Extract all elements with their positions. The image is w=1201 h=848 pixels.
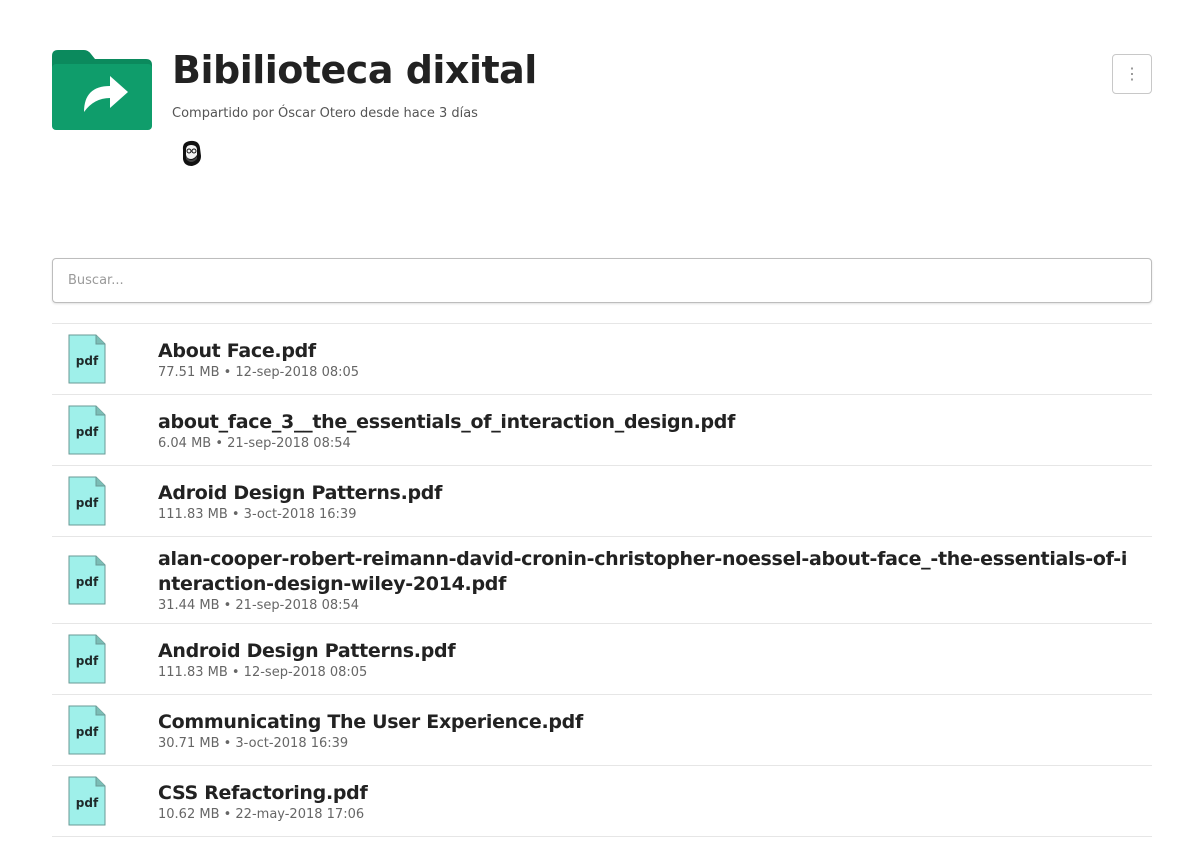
more-options-button[interactable]: ⋮ — [1112, 54, 1152, 94]
file-meta: Adroid Design Patterns.pdf 111.83 MB • 3… — [158, 481, 1152, 522]
search-box — [52, 258, 1152, 303]
file-row[interactable]: pdf about_face_3__the_essentials_of_inte… — [52, 395, 1152, 466]
avatar[interactable] — [176, 138, 206, 168]
file-row[interactable]: pdf alan-cooper-robert-reimann-david-cro… — [52, 537, 1152, 624]
file-meta: alan-cooper-robert-reimann-david-cronin-… — [158, 547, 1152, 613]
file-row[interactable]: pdf Android Design Patterns.pdf 111.83 M… — [52, 624, 1152, 695]
shared-folder-icon — [52, 50, 152, 130]
file-name[interactable]: Android Design Patterns.pdf — [158, 639, 1134, 664]
pdf-file-icon: pdf — [68, 334, 106, 384]
file-info: 31.44 MB • 21-sep-2018 08:54 — [158, 598, 360, 613]
file-row[interactable]: pdf About Face.pdf 77.51 MB • 12-sep-201… — [52, 324, 1152, 395]
pdf-file-icon: pdf — [68, 405, 106, 455]
file-info: 30.71 MB • 3-oct-2018 16:39 — [158, 735, 349, 751]
svg-text:pdf: pdf — [76, 425, 99, 439]
file-info: 10.62 MB • 22-may-2018 17:06 — [158, 806, 365, 822]
file-name[interactable]: Adroid Design Patterns.pdf — [158, 481, 1134, 506]
svg-text:pdf: pdf — [76, 354, 99, 368]
svg-text:pdf: pdf — [76, 496, 99, 510]
file-info: 6.04 MB • 21-sep-2018 08:54 — [158, 435, 351, 451]
file-name[interactable]: alan-cooper-robert-reimann-david-cronin-… — [158, 547, 1134, 597]
file-name[interactable]: About Face.pdf — [158, 339, 1134, 364]
file-name[interactable]: about_face_3__the_essentials_of_interact… — [158, 410, 1134, 435]
pdf-file-icon: pdf — [68, 476, 106, 526]
shared-by-text: Compartido por Óscar Otero desde hace 3 … — [172, 106, 478, 121]
file-meta: Android Design Patterns.pdf 111.83 MB • … — [158, 639, 1152, 680]
file-list: pdf About Face.pdf 77.51 MB • 12-sep-201… — [52, 323, 1152, 837]
search-input[interactable] — [53, 259, 1151, 302]
pdf-file-icon: pdf — [68, 705, 106, 755]
share-header: Bibilioteca dixital Compartido por Óscar… — [52, 40, 1152, 180]
file-meta: About Face.pdf 77.51 MB • 12-sep-2018 08… — [158, 339, 1152, 380]
svg-text:pdf: pdf — [76, 575, 99, 589]
file-info: 111.83 MB • 3-oct-2018 16:39 — [158, 506, 357, 522]
file-meta: about_face_3__the_essentials_of_interact… — [158, 410, 1152, 451]
file-row[interactable]: pdf Adroid Design Patterns.pdf 111.83 MB… — [52, 466, 1152, 537]
file-meta: CSS Refactoring.pdf 10.62 MB • 22-may-20… — [158, 781, 1152, 822]
file-name[interactable]: Communicating The User Experience.pdf — [158, 710, 1134, 735]
kebab-menu-icon: ⋮ — [1124, 66, 1140, 83]
pdf-file-icon: pdf — [68, 634, 106, 684]
file-info: 111.83 MB • 12-sep-2018 08:05 — [158, 664, 368, 680]
pdf-file-icon: pdf — [68, 555, 106, 605]
pdf-file-icon: pdf — [68, 776, 106, 826]
file-row[interactable]: pdf CSS Refactoring.pdf 10.62 MB • 22-ma… — [52, 766, 1152, 837]
file-info: 77.51 MB • 12-sep-2018 08:05 — [158, 364, 360, 380]
file-name[interactable]: CSS Refactoring.pdf — [158, 781, 1134, 806]
svg-text:pdf: pdf — [76, 796, 99, 810]
file-row[interactable]: pdf Communicating The User Experience.pd… — [52, 695, 1152, 766]
svg-text:pdf: pdf — [76, 654, 99, 668]
page-title: Bibilioteca dixital — [172, 48, 537, 92]
svg-text:pdf: pdf — [76, 725, 99, 739]
file-meta: Communicating The User Experience.pdf 30… — [158, 710, 1152, 751]
